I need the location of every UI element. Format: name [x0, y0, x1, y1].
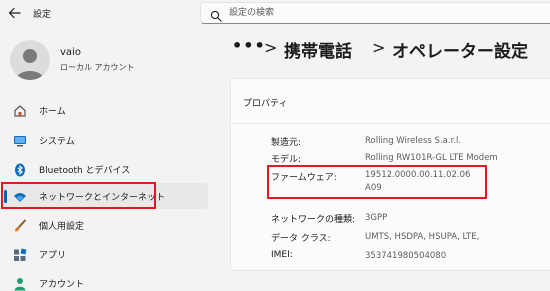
user-name: vaio	[60, 47, 81, 58]
breadcrumb-separator: >	[372, 38, 386, 57]
home-icon	[13, 103, 27, 117]
sidebar-item-apps[interactable]: アプリ	[4, 241, 208, 267]
highlight-box-network	[1, 182, 156, 209]
search-icon	[210, 7, 222, 22]
breadcrumb-item-cellular[interactable]: 携帯電話	[284, 37, 352, 62]
sidebar-item-system[interactable]: システム	[4, 127, 208, 153]
properties-header[interactable]: プロパティ	[231, 79, 550, 124]
highlight-box-firmware	[267, 165, 487, 199]
person-icon	[13, 276, 27, 291]
breadcrumb-separator: >	[264, 38, 278, 57]
sidebar-item-label: ホーム	[39, 107, 66, 117]
bluetooth-icon	[13, 162, 27, 177]
sidebar-item-label: システム	[39, 137, 75, 147]
user-profile[interactable]: vaio ローカル アカウント	[10, 38, 200, 84]
prop-value-network-type: 3GPP	[365, 213, 388, 223]
sidebar-item-label: アプリ	[39, 251, 67, 261]
properties-title: プロパティ	[243, 99, 288, 109]
sidebar-item-accounts[interactable]: アカウント	[4, 270, 208, 291]
prop-label-imei: IMEI:	[271, 250, 293, 260]
sidebar-item-label: Bluetooth とデバイス	[39, 166, 131, 176]
prop-label-manufacturer: 製造元:	[271, 138, 302, 148]
properties-card: プロパティ 製造元: Rolling Wireless S.a.r.l. モデル…	[230, 78, 550, 271]
back-arrow-icon[interactable]	[8, 5, 22, 21]
title-bar: 設定	[0, 0, 550, 28]
prop-value-imei: 353741980504080	[365, 251, 447, 261]
page-title: オペレーター設定	[392, 42, 528, 62]
sidebar-item-home[interactable]: ホーム	[4, 97, 208, 123]
account-type: ローカル アカウント	[60, 63, 135, 72]
apps-icon	[13, 247, 27, 261]
prop-label-model: モデル:	[271, 155, 302, 165]
prop-value-model: Rolling RW101R-GL LTE Modem	[365, 153, 498, 163]
brush-icon	[13, 218, 27, 232]
monitor-icon	[13, 133, 27, 147]
breadcrumb-more-button[interactable]: •••	[232, 36, 266, 55]
app-title: 設定	[33, 10, 52, 20]
sidebar-item-personalization[interactable]: 個人用設定	[4, 212, 208, 238]
prop-label-network-type: ネットワークの種類:	[271, 215, 356, 225]
prop-value-data-class: UMTS, HSDPA, HSUPA, LTE,	[365, 232, 480, 242]
prop-value-manufacturer: Rolling Wireless S.a.r.l.	[365, 136, 462, 146]
sidebar-item-label: アカウント	[39, 280, 85, 290]
sidebar-item-label: 個人用設定	[39, 222, 85, 232]
prop-label-data-class: データ クラス:	[271, 234, 331, 244]
search-box[interactable]	[200, 2, 550, 24]
search-input[interactable]	[229, 6, 529, 20]
avatar	[10, 40, 50, 80]
sidebar-item-bluetooth[interactable]: Bluetooth とデバイス	[4, 156, 208, 182]
